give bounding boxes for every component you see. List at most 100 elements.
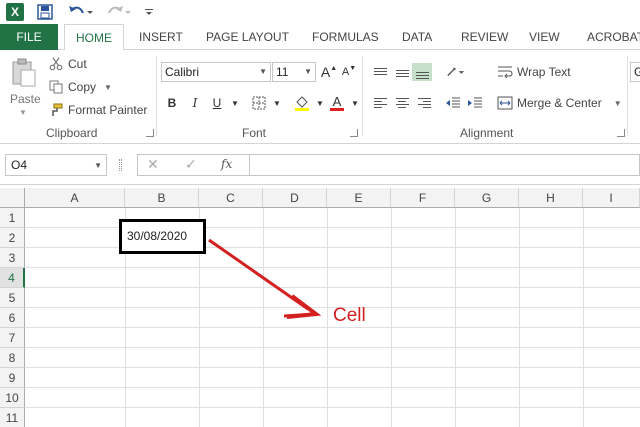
borders-icon[interactable] — [250, 94, 268, 112]
row-header[interactable]: 9 — [0, 368, 25, 388]
align-bottom-button[interactable] — [412, 63, 432, 81]
alignment-launcher-icon[interactable] — [617, 129, 625, 137]
alignment-group-label: Alignment — [460, 126, 514, 140]
column-header[interactable]: B — [125, 188, 199, 208]
enter-icon[interactable]: ✓ — [185, 156, 197, 173]
name-box[interactable]: O4 ▼ — [5, 154, 107, 176]
merge-dropdown-icon[interactable]: ▼ — [614, 99, 622, 108]
number-format-select[interactable]: G — [630, 62, 640, 82]
increase-indent-icon — [468, 97, 482, 108]
row-header[interactable]: 5 — [0, 288, 25, 308]
copy-button[interactable]: Copy ▼ — [48, 78, 112, 96]
wrap-text-label: Wrap Text — [517, 65, 571, 79]
italic-button[interactable]: I — [186, 94, 204, 112]
borders-dropdown-icon[interactable]: ▼ — [268, 94, 286, 112]
align-center-icon — [395, 98, 409, 108]
column-header[interactable]: H — [519, 188, 583, 208]
insert-function-icon[interactable]: fx — [221, 157, 232, 171]
cut-button[interactable]: Cut — [48, 55, 87, 73]
row-header[interactable]: 3 — [0, 248, 25, 268]
tab-acrobat[interactable]: ACROBAT — [587, 24, 640, 50]
customize-qat-icon[interactable] — [143, 3, 155, 21]
underline-button[interactable]: U — [208, 94, 226, 112]
tab-review[interactable]: REVIEW — [461, 24, 508, 50]
tab-data[interactable]: DATA — [402, 24, 432, 50]
font-launcher-icon[interactable] — [350, 129, 358, 137]
format-painter-icon — [48, 102, 64, 118]
font-color-button[interactable]: A — [328, 94, 346, 112]
tab-file[interactable]: FILE — [0, 24, 58, 50]
align-middle-icon — [395, 69, 409, 77]
group-divider — [362, 56, 363, 136]
grow-font-button[interactable]: A ▲ — [320, 63, 338, 81]
row-header[interactable]: 6 — [0, 308, 25, 328]
decrease-indent-button[interactable] — [443, 94, 463, 112]
align-center-button[interactable] — [392, 94, 412, 112]
tab-page-layout[interactable]: PAGE LAYOUT — [206, 24, 289, 50]
fill-color-dropdown-icon[interactable]: ▼ — [311, 94, 329, 112]
chevron-down-icon[interactable]: ▼ — [94, 156, 102, 176]
gridline — [25, 367, 640, 368]
cancel-icon[interactable]: ✕ — [147, 156, 159, 173]
wrap-text-button[interactable]: Wrap Text — [497, 63, 571, 81]
align-top-button[interactable] — [370, 62, 390, 80]
formula-input[interactable] — [249, 154, 640, 176]
align-right-button[interactable] — [414, 94, 434, 112]
column-header[interactable]: E — [327, 188, 391, 208]
save-icon[interactable] — [36, 3, 54, 21]
cell-b2[interactable]: 30/08/2020 — [119, 219, 206, 254]
copy-icon — [48, 79, 64, 95]
undo-icon[interactable] — [66, 3, 94, 21]
gridline — [25, 287, 640, 288]
merge-center-icon — [497, 95, 513, 111]
increase-indent-button[interactable] — [465, 94, 485, 112]
row-header[interactable]: 7 — [0, 328, 25, 348]
paste-icon[interactable] — [11, 58, 37, 88]
row-header[interactable]: 8 — [0, 348, 25, 368]
redo-icon[interactable] — [104, 3, 132, 21]
align-top-icon — [373, 67, 387, 75]
paste-dropdown-icon[interactable]: ▼ — [19, 108, 27, 117]
tab-insert[interactable]: INSERT — [139, 24, 183, 50]
column-header[interactable]: G — [455, 188, 519, 208]
paste-button[interactable]: Paste — [10, 92, 41, 106]
align-left-button[interactable] — [370, 94, 390, 112]
font-size-select[interactable]: 11 ▼ — [272, 62, 316, 82]
row-header[interactable]: 2 — [0, 228, 25, 248]
row-header[interactable]: 10 — [0, 388, 25, 408]
excel-logo-icon: X — [6, 3, 24, 21]
worksheet-grid[interactable]: A B C D E F G H I 1 2 3 4 5 6 7 8 9 10 1… — [0, 188, 640, 427]
bold-button[interactable]: B — [163, 94, 181, 112]
tab-home[interactable]: HOME — [64, 24, 124, 51]
merge-center-button[interactable]: Merge & Center ▼ — [497, 94, 622, 112]
select-all-corner[interactable] — [0, 188, 25, 208]
row-header[interactable]: 11 — [0, 408, 25, 427]
grow-font-icon: A — [320, 64, 331, 80]
row-header[interactable]: 1 — [0, 208, 25, 228]
column-header[interactable]: A — [25, 188, 125, 208]
fill-color-icon[interactable] — [293, 94, 311, 112]
scissors-icon — [48, 56, 64, 72]
column-header[interactable]: C — [199, 188, 263, 208]
tab-view[interactable]: VIEW — [529, 24, 560, 50]
ribbon-tabs: FILE HOME INSERT PAGE LAYOUT FORMULAS DA… — [0, 24, 640, 51]
row-header-active[interactable]: 4 — [0, 268, 25, 288]
font-name-select[interactable]: Calibri ▼ — [161, 62, 271, 82]
tab-formulas[interactable]: FORMULAS — [312, 24, 379, 50]
copy-dropdown-icon[interactable]: ▼ — [104, 83, 112, 92]
format-painter-button[interactable]: Format Painter — [48, 101, 147, 119]
chevron-down-icon: ▼ — [304, 67, 312, 76]
align-middle-button[interactable] — [392, 64, 412, 82]
gridline — [25, 407, 640, 408]
gridline — [25, 267, 640, 268]
shrink-font-button[interactable]: A ▼ — [340, 63, 358, 81]
column-header[interactable]: I — [583, 188, 640, 208]
orientation-button[interactable] — [445, 63, 465, 81]
column-header[interactable]: D — [263, 188, 327, 208]
group-divider — [156, 56, 157, 136]
gridline — [327, 208, 328, 427]
formula-bar-splitter[interactable] — [119, 159, 122, 171]
clipboard-launcher-icon[interactable] — [146, 129, 154, 137]
column-header[interactable]: F — [391, 188, 455, 208]
underline-dropdown-icon[interactable]: ▼ — [226, 94, 244, 112]
